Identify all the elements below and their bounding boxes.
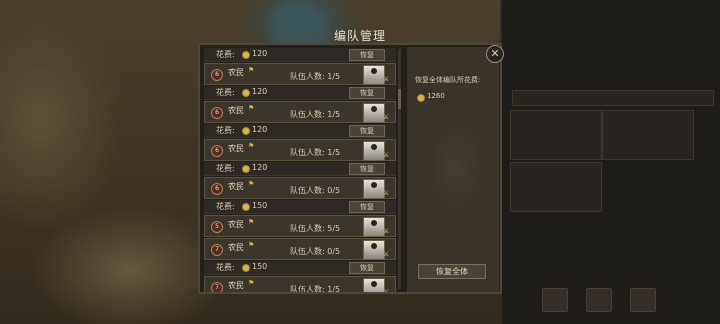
restore-all-cost-label: 恢复全体编队所花费: [415, 76, 481, 84]
unit-type-label: 农民 [228, 106, 244, 115]
squad-row[interactable]: 5 农民 ⚑ 队伍人数: 5/5 ⚔ [204, 215, 396, 237]
squad-row[interactable]: 6 农民 ⚑ 队伍人数: 1/5 ⚔ [204, 101, 396, 123]
cost-label: 花费: [216, 88, 235, 97]
portrait-caption-icon: ⚔ [383, 151, 390, 159]
troop-count: 队伍人数: 0/5 [290, 247, 341, 256]
portrait-caption-icon: ⚔ [383, 113, 390, 121]
cost-row: 花费: 120 恢复 [204, 48, 396, 62]
commander-portrait [363, 278, 385, 292]
restore-button[interactable]: 恢复 [349, 163, 385, 175]
squad-list-scrollbar[interactable] [398, 49, 401, 289]
dialog-title: 编队管理 [333, 29, 386, 43]
commander-portrait [363, 240, 385, 260]
restore-all-cost-value: 1260 [427, 92, 445, 100]
cost-value: 150 [252, 201, 268, 210]
squad-number-badge: 6 [211, 107, 223, 119]
cost-label: 花费: [216, 50, 235, 59]
squad-list: 花费: 120 恢复 6 农民 ⚑ 队伍人数: 1/5 ⚔ 花费: 120 恢复 6 农民 ⚑ 队伍人数: … [204, 47, 396, 292]
restore-all-panel: 恢复全体编队所花费: 1260 恢复全体 [407, 47, 499, 292]
troop-count: 队伍人数: 0/5 [290, 186, 341, 195]
unit-type-label: 农民 [228, 144, 244, 153]
unit-type-label: 农民 [228, 68, 244, 77]
pitchfork-icon: ⚑ [248, 279, 255, 287]
cost-row: 花费: 150 恢复 [204, 261, 396, 275]
coin-icon [242, 203, 250, 211]
squad-row[interactable]: 6 农民 ⚑ 队伍人数: 1/5 ⚔ [204, 63, 396, 85]
cost-label: 花费: [216, 164, 235, 173]
pitchfork-icon: ⚑ [248, 241, 255, 249]
cost-row: 花费: 150 恢复 [204, 200, 396, 214]
coin-icon [242, 89, 250, 97]
troop-count: 队伍人数: 1/5 [290, 285, 341, 292]
scrollbar-thumb[interactable] [398, 89, 401, 109]
commander-portrait [363, 217, 385, 237]
restore-all-button[interactable]: 恢复全体 [418, 264, 486, 279]
restore-button[interactable]: 恢复 [349, 87, 385, 99]
restore-button[interactable]: 恢复 [349, 201, 385, 213]
squad-number-badge: 6 [211, 145, 223, 157]
restore-button[interactable]: 恢复 [349, 262, 385, 274]
pitchfork-icon: ⚑ [248, 66, 255, 74]
cost-value: 120 [252, 87, 268, 96]
coin-icon [242, 264, 250, 272]
squad-number-badge: 6 [211, 183, 223, 195]
cost-value: 150 [252, 262, 268, 271]
troop-count: 队伍人数: 1/5 [290, 72, 341, 81]
pitchfork-icon: ⚑ [248, 180, 255, 188]
portrait-caption-icon: ⚔ [383, 227, 390, 235]
unit-type-label: 农民 [228, 220, 244, 229]
cost-row: 花费: 120 恢复 [204, 86, 396, 100]
troop-count: 队伍人数: 1/5 [290, 148, 341, 157]
pitchfork-icon: ⚑ [248, 218, 255, 226]
portrait-caption-icon: ⚔ [383, 250, 390, 258]
cost-value: 120 [252, 163, 268, 172]
restore-button[interactable]: 恢复 [349, 49, 385, 61]
squad-number-badge: 5 [211, 221, 223, 233]
cost-row: 花费: 120 恢复 [204, 124, 396, 138]
portrait-caption-icon: ⚔ [383, 75, 390, 83]
squad-number-badge: 7 [211, 282, 223, 292]
cost-row: 花费: 120 恢复 [204, 162, 396, 176]
squad-row[interactable]: 6 农民 ⚑ 队伍人数: 1/5 ⚔ [204, 139, 396, 161]
unit-type-label: 农民 [228, 243, 244, 252]
cost-label: 花费: [216, 126, 235, 135]
commander-portrait [363, 141, 385, 161]
pitchfork-icon: ⚑ [248, 104, 255, 112]
troop-count: 队伍人数: 1/5 [290, 110, 341, 119]
cost-label: 花费: [216, 263, 235, 272]
commander-portrait [363, 179, 385, 199]
coin-icon [242, 127, 250, 135]
commander-portrait [363, 103, 385, 123]
coin-icon [242, 165, 250, 173]
squad-row[interactable]: 7 农民 ⚑ 队伍人数: 1/5 ⚔ [204, 276, 396, 292]
commander-portrait [363, 65, 385, 85]
cost-value: 120 [252, 49, 268, 58]
portrait-caption-icon: ⚔ [383, 288, 390, 292]
unit-type-label: 农民 [228, 281, 244, 290]
unit-type-label: 农民 [228, 182, 244, 191]
pitchfork-icon: ⚑ [248, 142, 255, 150]
cost-label: 花费: [216, 202, 235, 211]
coin-icon [242, 51, 250, 59]
restore-button[interactable]: 恢复 [349, 125, 385, 137]
squad-row[interactable]: 7 农民 ⚑ 队伍人数: 0/5 ⚔ [204, 238, 396, 260]
squad-management-dialog: 花费: 120 恢复 6 农民 ⚑ 队伍人数: 1/5 ⚔ 花费: 120 恢复 6 农民 ⚑ 队伍人数: … [198, 43, 502, 294]
cost-value: 120 [252, 125, 268, 134]
portrait-caption-icon: ⚔ [383, 189, 390, 197]
squad-number-badge: 6 [211, 69, 223, 81]
coin-icon [417, 94, 425, 102]
close-icon[interactable]: ✕ [486, 45, 504, 63]
squad-number-badge: 7 [211, 244, 223, 256]
squad-row[interactable]: 6 农民 ⚑ 队伍人数: 0/5 ⚔ [204, 177, 396, 199]
troop-count: 队伍人数: 5/5 [290, 224, 341, 233]
